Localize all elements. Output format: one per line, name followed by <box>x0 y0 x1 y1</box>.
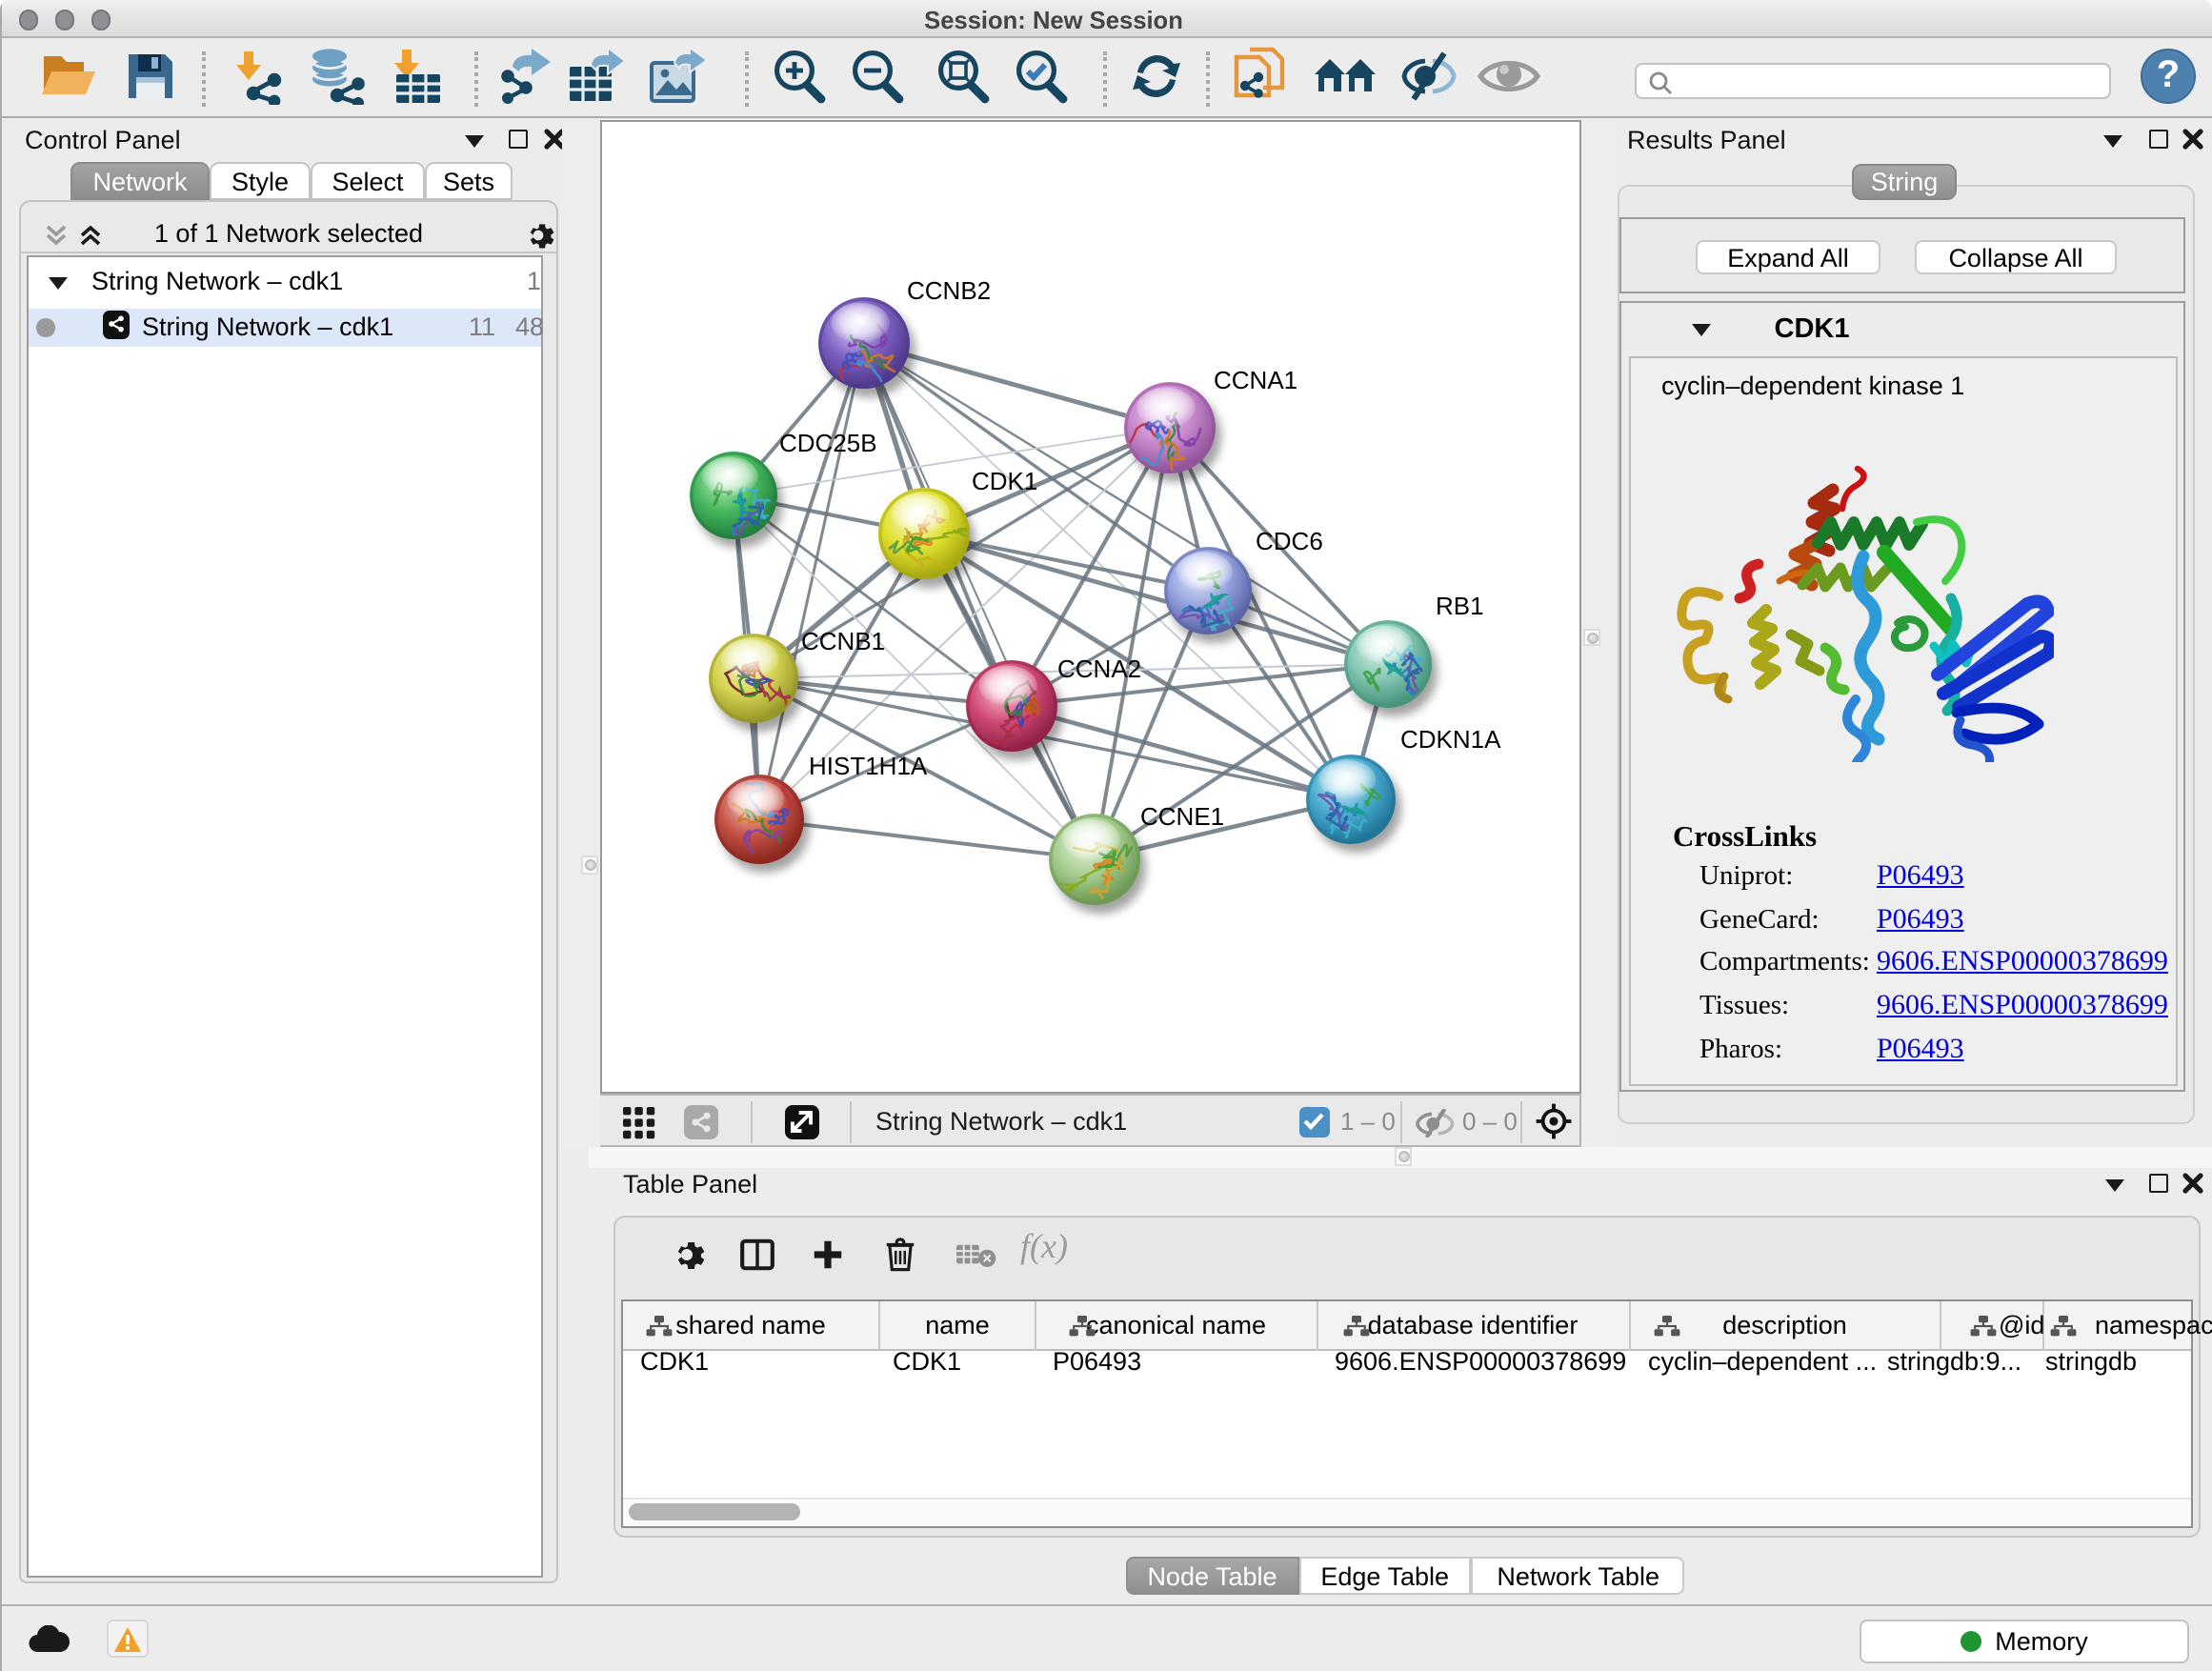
svg-text:CCNB2: CCNB2 <box>906 275 990 304</box>
svg-text:RB1: RB1 <box>1435 591 1483 619</box>
svg-text:HIST1H1A: HIST1H1A <box>808 751 927 779</box>
svg-text:CDK1: CDK1 <box>971 466 1036 494</box>
svg-text:CCNE1: CCNE1 <box>1139 801 1223 830</box>
svg-text:CDKN1A: CDKN1A <box>1399 724 1500 753</box>
svg-text:CCNA1: CCNA1 <box>1213 365 1297 393</box>
svg-text:CDC6: CDC6 <box>1255 526 1322 554</box>
svg-text:CDC25B: CDC25B <box>778 428 876 456</box>
svg-text:CCNB1: CCNB1 <box>800 626 884 654</box>
svg-text:CCNA2: CCNA2 <box>1056 654 1140 682</box>
